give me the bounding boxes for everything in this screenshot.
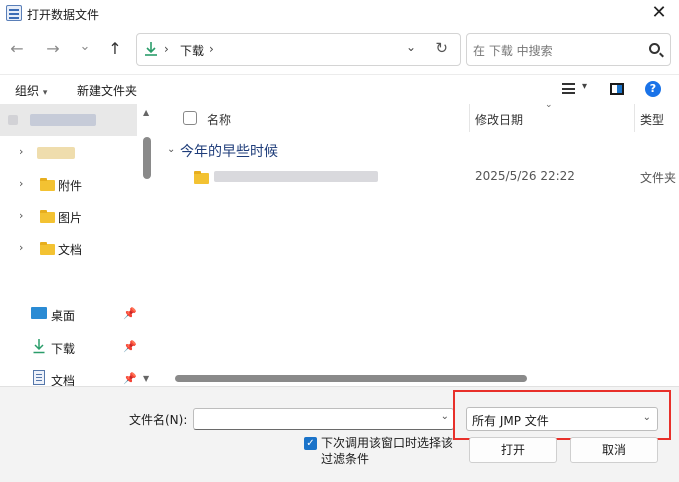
sidebar-item-label: 文档 <box>58 243 83 257</box>
column-header-name[interactable]: 名称 <box>207 111 231 128</box>
breadcrumb-current[interactable]: 下载 <box>180 42 204 59</box>
address-bar[interactable]: › 下载 › ⌄ ↻ <box>136 33 461 66</box>
scroll-down-icon[interactable]: ▼ <box>143 374 149 383</box>
file-type: 文件夹 <box>640 171 677 185</box>
sidebar-item-documents-folder[interactable]: › 文档 <box>0 233 137 265</box>
chevron-right-icon[interactable]: › <box>19 209 23 222</box>
file-list: 名称 ⌄ 修改日期 类型 ⌄ 今年的早些时候 2025/5/26 22:22 文… <box>160 100 679 386</box>
scroll-up-icon[interactable]: ▲ <box>143 108 149 117</box>
document-icon <box>33 370 45 385</box>
horizontal-scrollbar[interactable] <box>160 372 679 384</box>
remember-filter-label[interactable]: 下次调用该窗口时选择该过滤条件 <box>321 435 463 467</box>
sidebar-item-redacted[interactable]: › <box>0 137 137 169</box>
close-button[interactable]: ✕ <box>639 0 679 28</box>
horizontal-scroll-thumb[interactable] <box>175 375 527 382</box>
app-icon <box>6 5 22 21</box>
organize-button[interactable]: 组织 ▾ <box>15 82 47 99</box>
remember-filter-checkbox[interactable]: ✓ <box>304 437 317 450</box>
quick-access-label: 下载 <box>51 342 76 356</box>
title-bar: 打开数据文件 ✕ <box>0 0 679 28</box>
search-box[interactable]: 在 下载 中搜索 <box>466 33 671 66</box>
sidebar-item-attachments[interactable]: › 附件 <box>0 169 137 201</box>
quick-access-desktop[interactable]: 桌面 📌 <box>0 299 137 331</box>
column-header-type[interactable]: 类型 <box>640 111 664 128</box>
caret-down-icon: ▾ <box>42 88 48 98</box>
filename-label: 文件名(N): <box>129 413 188 427</box>
filename-input[interactable]: ⌄ <box>193 408 454 430</box>
column-divider[interactable] <box>634 104 635 132</box>
annotation-highlight-box <box>453 390 671 440</box>
navigation-pane: › › 附件 › 图片 › 文档 桌面 📌 下载 📌 文档 📌 <box>0 104 157 388</box>
column-header-row: 名称 ⌄ 修改日期 类型 <box>160 100 679 132</box>
forward-button[interactable]: → <box>42 38 64 60</box>
desktop-icon <box>31 307 47 319</box>
back-button[interactable]: ← <box>6 38 28 60</box>
breadcrumb-separator: › <box>164 42 169 56</box>
pin-icon[interactable]: 📌 <box>123 307 137 320</box>
column-header-date[interactable]: 修改日期 <box>475 111 523 128</box>
redacted-icon <box>8 115 18 125</box>
group-collapse-icon[interactable]: ⌄ <box>167 144 175 155</box>
dialog-footer: 文件名(N): ⌄ 所有 JMP 文件 ⌄ ✓ 下次调用该窗口时选择该过滤条件 … <box>0 386 679 482</box>
chevron-right-icon[interactable]: › <box>19 177 23 190</box>
sidebar-item-selected[interactable] <box>0 104 137 136</box>
breadcrumb-separator[interactable]: › <box>209 42 214 56</box>
group-header[interactable]: 今年的早些时候 <box>180 141 278 161</box>
download-icon <box>145 42 157 56</box>
cancel-button[interactable]: 取消 <box>570 437 658 463</box>
redacted-label <box>30 114 96 126</box>
sidebar-scroll-thumb[interactable] <box>143 137 151 179</box>
chevron-down-icon[interactable]: ⌄ <box>441 411 449 422</box>
redacted-filename <box>214 171 378 182</box>
help-icon[interactable]: ? <box>645 81 661 97</box>
search-icon <box>649 43 660 54</box>
select-all-checkbox[interactable] <box>183 111 197 125</box>
sidebar-scrollbar[interactable]: ▲ ▼ <box>140 104 154 386</box>
sidebar-item-label: 图片 <box>58 211 83 225</box>
folder-icon <box>194 171 209 184</box>
file-row[interactable]: 2025/5/26 22:22 文件夹 <box>160 164 679 190</box>
pin-icon[interactable]: 📌 <box>123 340 137 353</box>
column-divider[interactable] <box>469 104 470 132</box>
quick-access-downloads[interactable]: 下载 📌 <box>0 332 137 364</box>
search-input[interactable]: 在 下载 中搜索 <box>473 42 553 59</box>
sidebar-item-pictures[interactable]: › 图片 <box>0 201 137 233</box>
window-title: 打开数据文件 <box>27 8 100 22</box>
chevron-right-icon[interactable]: › <box>19 145 23 158</box>
organize-label: 组织 <box>15 84 40 98</box>
open-button[interactable]: 打开 <box>469 437 557 463</box>
new-folder-button[interactable]: 新建文件夹 <box>77 82 137 99</box>
command-toolbar: 组织 ▾ 新建文件夹 ▾ ? <box>0 74 679 104</box>
refresh-button[interactable]: ↻ <box>435 39 448 57</box>
file-modified-date: 2025/5/26 22:22 <box>475 169 575 183</box>
pin-icon[interactable]: 📌 <box>123 372 137 385</box>
view-dropdown-button[interactable]: ▾ <box>582 81 587 92</box>
preview-pane-icon[interactable] <box>610 83 624 95</box>
folder-icon <box>40 210 55 223</box>
download-icon <box>33 339 45 354</box>
address-dropdown-button[interactable]: ⌄ <box>406 40 416 54</box>
sort-indicator-icon: ⌄ <box>545 100 553 110</box>
up-button[interactable]: ↑ <box>104 38 126 60</box>
redacted-label <box>37 147 75 159</box>
view-list-icon[interactable] <box>562 83 575 94</box>
folder-icon <box>40 242 55 255</box>
chevron-right-icon[interactable]: › <box>19 241 23 254</box>
folder-icon <box>40 178 55 191</box>
sidebar-item-label: 附件 <box>58 179 83 193</box>
quick-access-label: 桌面 <box>51 309 76 323</box>
recent-locations-button[interactable]: ⌄ <box>74 36 96 58</box>
